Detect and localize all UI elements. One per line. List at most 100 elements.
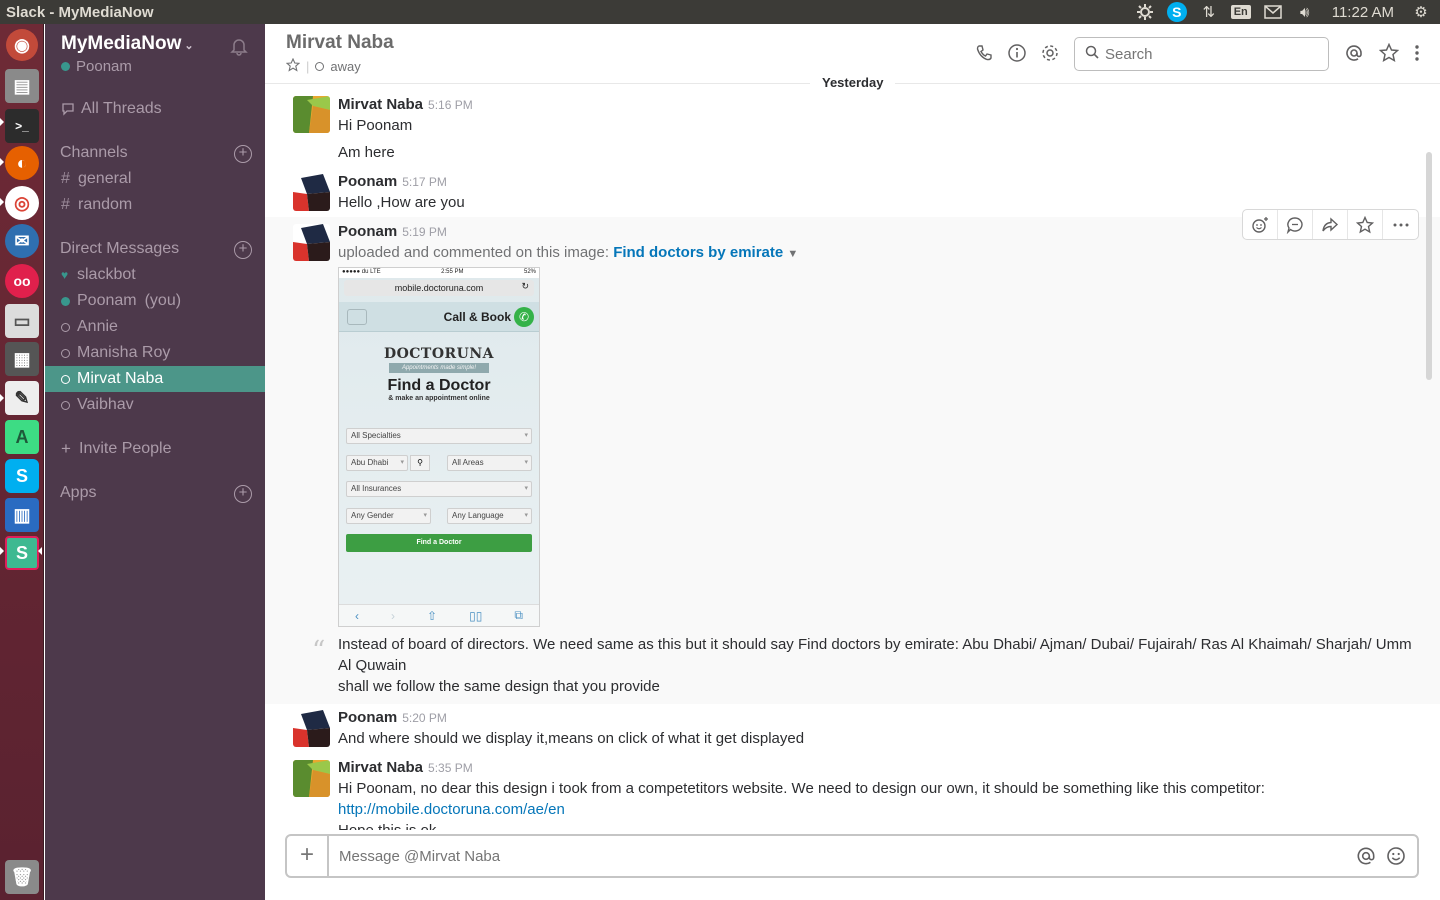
running-indicator: [0, 118, 4, 126]
invite-people-button[interactable]: + Invite People: [45, 436, 265, 462]
firefox-icon[interactable]: ◐: [5, 146, 39, 180]
skype-icon[interactable]: S: [5, 459, 39, 493]
apps-header[interactable]: Apps: [60, 484, 96, 502]
search-input[interactable]: [1105, 45, 1305, 63]
message-sender[interactable]: Mirvat Naba 5:16 PM: [338, 96, 473, 113]
upload-prefix: uploaded and commented on this image:: [338, 244, 610, 261]
system-tray: S ⇅ En 🔊︎ 11:22 AM ⚙︎: [1134, 0, 1440, 24]
screenshot-logo: DOCTORUNA: [383, 346, 495, 362]
call-icon[interactable]: [973, 42, 995, 64]
calculator-icon[interactable]: ▦: [5, 342, 39, 376]
sender-name[interactable]: Mirvat Naba: [338, 96, 423, 113]
power-gear-icon[interactable]: ⚙︎: [1410, 2, 1432, 22]
share-message-icon[interactable]: [1313, 210, 1348, 239]
volume-icon[interactable]: 🔊︎: [1294, 2, 1316, 22]
message-timestamp[interactable]: 5:35 PM: [428, 761, 473, 775]
message-sender[interactable]: Mirvat Naba 5:35 PM: [338, 759, 473, 776]
sidebar-item-general[interactable]: # general: [45, 166, 265, 192]
avatar[interactable]: [293, 224, 330, 261]
start-thread-icon[interactable]: [1278, 210, 1313, 239]
sender-name[interactable]: Poonam: [338, 709, 397, 726]
terminal-icon[interactable]: >_: [5, 109, 39, 143]
message-text: Hi Poonam, no dear this design i took fr…: [338, 780, 1265, 797]
keyboard-layout-indicator[interactable]: En: [1230, 2, 1252, 22]
mentions-at-icon[interactable]: [1343, 42, 1365, 64]
conversation-title[interactable]: Mirvat Naba: [286, 32, 394, 54]
sender-name[interactable]: Poonam: [338, 223, 397, 240]
screenshot-header: Call & Book ✆: [339, 302, 539, 332]
notifications-bell-icon[interactable]: [229, 36, 249, 56]
attach-file-button[interactable]: +: [287, 836, 329, 876]
avatar[interactable]: [293, 96, 330, 133]
message-input[interactable]: [339, 844, 1299, 868]
skype-tray-icon[interactable]: S: [1166, 2, 1188, 22]
star-conversation-icon[interactable]: [285, 57, 301, 75]
uploaded-image-thumbnail[interactable]: ●●●●● du LTE 2:55 PM 52% mobile.doctorun…: [338, 267, 540, 627]
scrollbar-thumb[interactable]: [1426, 152, 1432, 380]
slack-icon[interactable]: S: [5, 536, 39, 570]
more-actions-icon[interactable]: [1383, 210, 1418, 239]
message-text: Hi Poonam: [338, 117, 413, 134]
add-reaction-icon[interactable]: [1243, 210, 1278, 239]
star-message-icon[interactable]: [1348, 210, 1383, 239]
mail-icon[interactable]: [1262, 2, 1284, 22]
settings-gear-tray-icon[interactable]: [1134, 2, 1156, 22]
mention-at-icon[interactable]: [1355, 845, 1377, 867]
sidebar-item-label: All Threads: [81, 100, 162, 117]
thunderbird-icon[interactable]: ✉: [5, 224, 39, 258]
file-menu-caret-icon[interactable]: ▼: [787, 248, 798, 260]
avatar[interactable]: [293, 760, 330, 797]
emoji-picker-icon[interactable]: [1385, 845, 1407, 867]
message-timestamp[interactable]: 5:17 PM: [402, 175, 447, 189]
sidebar-item-mirvat-naba[interactable]: Mirvat Naba: [45, 366, 265, 392]
info-icon[interactable]: [1006, 42, 1028, 64]
current-user[interactable]: Poonam: [61, 58, 132, 75]
android-studio-icon[interactable]: A: [5, 420, 39, 454]
add-direct-message-button[interactable]: +: [234, 241, 252, 259]
message-timestamp[interactable]: 5:16 PM: [428, 98, 473, 112]
more-options-icon[interactable]: [1406, 42, 1428, 64]
avatar[interactable]: [293, 174, 330, 211]
hash-icon: #: [61, 196, 70, 213]
add-channel-button[interactable]: +: [234, 145, 252, 163]
running-indicator: [0, 198, 4, 206]
network-arrows-icon[interactable]: ⇅: [1198, 2, 1220, 22]
sidebar-item-poonam[interactable]: Poonam (you): [45, 288, 265, 314]
message-sender[interactable]: Poonam 5:19 PM: [338, 223, 447, 240]
clock[interactable]: 11:22 AM: [1326, 4, 1400, 21]
document-scanner-icon[interactable]: ▭: [5, 304, 39, 338]
ubuntu-dash-icon[interactable]: ◉: [6, 29, 38, 61]
system-top-bar: Slack - MyMediaNow S ⇅ En 🔊︎ 11:22 AM ⚙︎: [0, 0, 1440, 24]
starred-items-icon[interactable]: [1378, 42, 1400, 64]
competitor-link[interactable]: http://mobile.doctoruna.com/ae/en: [338, 799, 565, 820]
sidebar-item-annie[interactable]: Annie: [45, 314, 265, 340]
workspace-name-button[interactable]: MyMediaNow ⌄: [61, 33, 194, 55]
sidebar-item-all-threads[interactable]: All Threads: [45, 96, 265, 122]
files-icon[interactable]: ▤: [5, 69, 39, 103]
message-sender[interactable]: Poonam 5:17 PM: [338, 173, 447, 190]
sidebar-item-vaibhav[interactable]: Vaibhav: [45, 392, 265, 418]
share-icon: ⇧: [427, 608, 438, 623]
trash-icon[interactable]: 🗑︎: [5, 860, 39, 894]
avatar[interactable]: [293, 710, 330, 747]
sidebar-item-random[interactable]: # random: [45, 192, 265, 218]
text-editor-icon[interactable]: ✎: [5, 381, 39, 415]
sidebar-item-manisha-roy[interactable]: Manisha Roy: [45, 340, 265, 366]
message-actions-toolbar: [1242, 209, 1419, 240]
chrome-icon[interactable]: ◎: [5, 186, 39, 220]
channels-header[interactable]: Channels: [60, 144, 128, 162]
screenshot-find-button: Find a Doctor: [346, 534, 532, 552]
flickr-icon[interactable]: oo: [5, 264, 39, 298]
direct-messages-header[interactable]: Direct Messages: [60, 240, 179, 258]
libreoffice-writer-icon[interactable]: ▥: [5, 498, 39, 532]
file-title-link[interactable]: Find doctors by emirate: [613, 244, 783, 261]
message-timestamp[interactable]: 5:20 PM: [402, 711, 447, 725]
sender-name[interactable]: Poonam: [338, 173, 397, 190]
sidebar-item-slackbot[interactable]: ♥ slackbot: [45, 262, 265, 288]
search-box[interactable]: [1074, 37, 1329, 71]
sender-name[interactable]: Mirvat Naba: [338, 759, 423, 776]
add-app-button[interactable]: +: [234, 485, 252, 503]
message-sender[interactable]: Poonam 5:20 PM: [338, 709, 447, 726]
message-timestamp[interactable]: 5:19 PM: [402, 225, 447, 239]
settings-gear-icon[interactable]: [1039, 42, 1061, 64]
